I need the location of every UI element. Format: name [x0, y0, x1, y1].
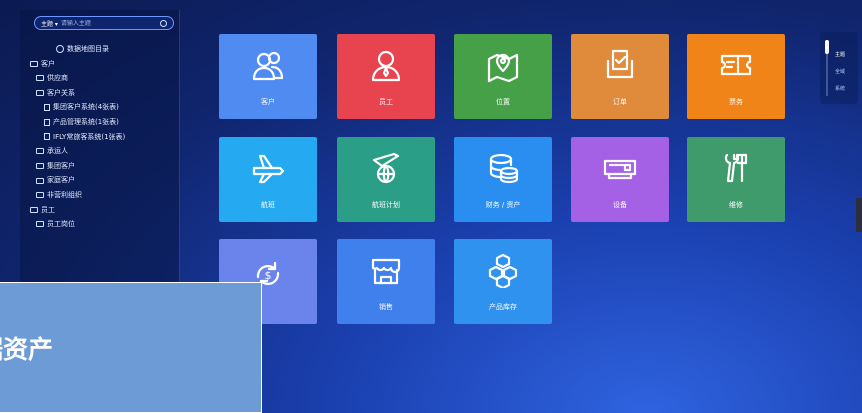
folder-icon — [30, 60, 38, 67]
users-icon — [250, 47, 286, 87]
folder-icon — [36, 163, 44, 170]
tree-item-label: 非营利组织 — [47, 190, 82, 199]
tile-order-check[interactable]: 订单 — [571, 34, 669, 119]
employee-icon — [368, 47, 404, 87]
tile-label: 客户 — [261, 97, 275, 106]
tile-label: 订单 — [613, 97, 627, 106]
tree-item-label: 家庭客户 — [47, 176, 75, 185]
coins-icon — [485, 150, 521, 190]
tree-item[interactable]: 供应商 — [30, 71, 175, 86]
tree-item[interactable]: 员工岗位 — [30, 217, 175, 232]
tree-item[interactable]: 数据地图目录 — [30, 42, 175, 57]
tree-item-label: 承运人 — [47, 147, 68, 156]
tree-item[interactable]: 集团客户 — [30, 159, 175, 174]
tree-item[interactable]: 员工 — [30, 203, 175, 218]
tile-label: 票务 — [729, 97, 743, 106]
tree-item[interactable]: IFLY常旅客系统(1张表) — [30, 130, 175, 145]
search-scope-dropdown[interactable]: 主题 ▾ — [41, 19, 58, 28]
tile-device[interactable]: 设备 — [571, 137, 669, 222]
svg-text:$: $ — [265, 269, 272, 282]
banner-title: 据资产 — [0, 334, 54, 364]
rail-item-domain[interactable]: 全域 — [835, 68, 845, 75]
search-input[interactable] — [60, 19, 157, 27]
catalog-icon — [56, 45, 64, 54]
tile-label: 航班计划 — [372, 200, 400, 209]
inventory-boxes-icon — [485, 252, 521, 292]
tree-item[interactable]: 客户 — [30, 57, 175, 72]
tile-label: 位置 — [496, 97, 510, 106]
tile-inventory-boxes[interactable]: 产品库存 — [454, 239, 552, 324]
tile-label: 维修 — [729, 200, 743, 209]
catalog-sidebar: 主题 ▾ 数据地图目录客户供应商客户关系集团客户系统(4张表) 产品管理系统(1张… — [20, 10, 180, 310]
folder-icon — [36, 75, 44, 82]
tile-employee[interactable]: 员工 — [337, 34, 435, 119]
tree-item-label: 供应商 — [47, 74, 68, 83]
tree-item-label: 数据地图目录 — [67, 45, 109, 53]
catalog-tree: 数据地图目录客户供应商客户关系集团客户系统(4张表) 产品管理系统(1张表) IFL… — [30, 42, 175, 232]
tile-flight-plan[interactable]: 航班计划 — [337, 137, 435, 222]
tile-coins[interactable]: 财务 / 资产 — [454, 137, 552, 222]
view-switch-rail: 主题 全域 系统 — [820, 32, 858, 104]
tile-label: 设备 — [613, 200, 627, 209]
folder-icon — [36, 90, 44, 97]
tree-item-label: 客户关系 — [47, 88, 75, 97]
folder-icon — [36, 192, 44, 199]
tile-label: 销售 — [379, 302, 393, 311]
tree-item[interactable]: 非营利组织 — [30, 188, 175, 203]
topic-search-bar[interactable]: 主题 ▾ — [34, 16, 174, 30]
tile-ticket[interactable]: 票务 — [687, 34, 785, 119]
map-pin-icon — [485, 47, 521, 87]
device-icon — [602, 150, 638, 190]
flight-plan-icon — [368, 150, 404, 190]
tile-store[interactable]: 销售 — [337, 239, 435, 324]
tile-tools[interactable]: 维修 — [687, 137, 785, 222]
tree-item-label: IFLY常旅客系统(1张表) — [53, 132, 126, 141]
rail-item-topic[interactable]: 主题 — [835, 51, 845, 58]
tree-item[interactable]: 集团客户系统(4张表) — [30, 100, 175, 115]
tree-item-label: 集团客户系统(4张表) — [53, 103, 119, 112]
store-icon — [368, 252, 404, 292]
tree-item-label: 员工岗位 — [47, 220, 75, 229]
tree-item[interactable]: 客户关系 — [30, 86, 175, 101]
tile-label: 员工 — [379, 97, 393, 106]
rail-active-indicator — [825, 40, 829, 54]
rail-item-system[interactable]: 系统 — [835, 85, 845, 92]
edge-handle[interactable] — [856, 198, 862, 232]
airplane-icon — [250, 150, 286, 190]
tree-item-label: 客户 — [41, 59, 55, 68]
folder-icon — [30, 206, 38, 213]
document-icon — [44, 104, 50, 112]
search-icon[interactable] — [160, 19, 167, 27]
tile-users[interactable]: 客户 — [219, 34, 317, 119]
order-check-icon — [602, 47, 638, 87]
tree-item-label: 产品管理系统(1张表) — [53, 117, 119, 126]
tile-map-pin[interactable]: 位置 — [454, 34, 552, 119]
tile-label: 财务 / 资产 — [485, 200, 521, 209]
folder-icon — [36, 221, 44, 228]
title-banner: 据资产 — [0, 282, 262, 413]
tree-item[interactable]: 家庭客户 — [30, 173, 175, 188]
tree-item[interactable]: 产品管理系统(1张表) — [30, 115, 175, 130]
tools-icon — [718, 150, 754, 190]
tree-item[interactable]: 承运人 — [30, 144, 175, 159]
tile-label: 产品库存 — [489, 302, 517, 311]
tile-airplane[interactable]: 航班 — [219, 137, 317, 222]
document-icon — [44, 118, 50, 126]
folder-icon — [36, 177, 44, 184]
document-icon — [44, 133, 50, 141]
tree-item-label: 员工 — [41, 205, 55, 214]
tree-item-label: 集团客户 — [47, 161, 75, 170]
folder-icon — [36, 148, 44, 155]
ticket-icon — [718, 47, 754, 87]
tile-label: 航班 — [261, 200, 275, 209]
